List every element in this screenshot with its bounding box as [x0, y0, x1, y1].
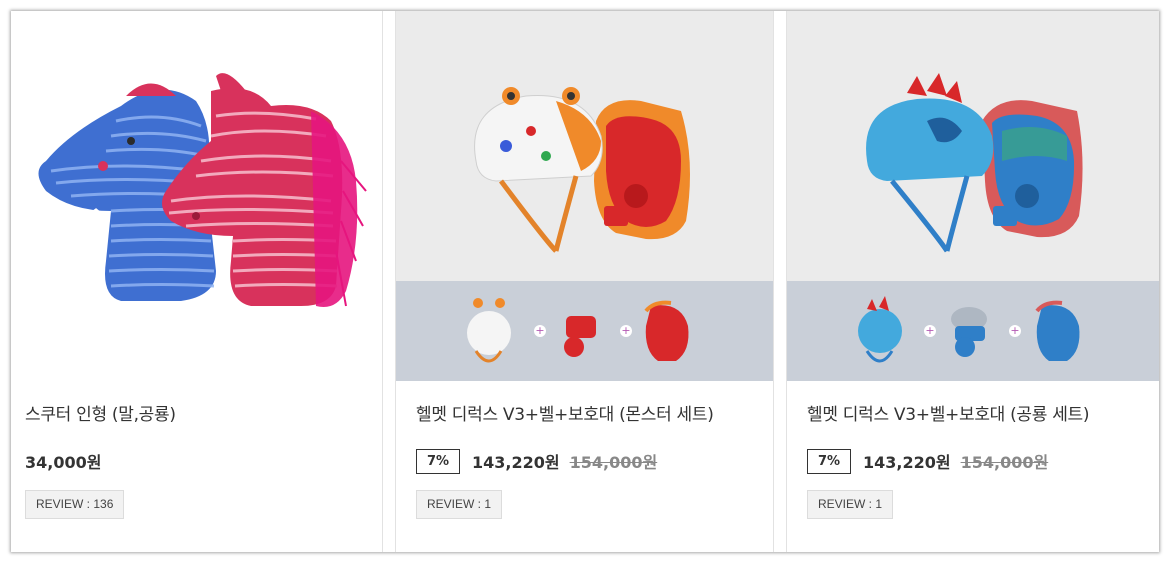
product-card[interactable]: + + 헬멧 디럭스 V3+벨+보호대 (공룡 세트) 7% 143,220원 … — [786, 11, 1159, 552]
set-components-image — [858, 296, 1080, 363]
set-component-strip: + + — [787, 281, 1159, 381]
product-name[interactable]: 헬멧 디럭스 V3+벨+보호대 (몬스터 세트) — [416, 400, 714, 425]
original-price: 154,000원 — [569, 453, 658, 472]
discount-badge: 7% — [416, 448, 460, 474]
plus-icon: + — [924, 324, 936, 337]
product-image[interactable]: + + — [787, 11, 1159, 381]
product-price: 143,220원 — [863, 453, 951, 472]
price-row: 34,000원 — [25, 447, 101, 475]
product-grid: 스쿠터 인형 (말,공룡) 34,000원 REVIEW : 136 + + 헬… — [11, 11, 1159, 552]
set-components-image — [467, 298, 689, 363]
dino-helmet-set-image — [866, 73, 1083, 253]
plus-icon: + — [620, 324, 632, 337]
plus-icon: + — [534, 324, 546, 337]
product-name[interactable]: 스쿠터 인형 (말,공룡) — [25, 400, 176, 425]
product-price: 143,220원 — [472, 453, 560, 472]
review-badge[interactable]: REVIEW : 1 — [416, 490, 503, 519]
product-name[interactable]: 헬멧 디럭스 V3+벨+보호대 (공룡 세트) — [807, 400, 1090, 425]
price-row: 7% 143,220원 154,000원 — [416, 447, 657, 475]
product-card[interactable]: + + 헬멧 디럭스 V3+벨+보호대 (몬스터 세트) 7% 143,220원… — [395, 11, 774, 552]
original-price: 154,000원 — [960, 453, 1049, 472]
discount-badge: 7% — [807, 448, 851, 474]
product-image[interactable] — [11, 11, 382, 381]
set-component-strip: + + — [396, 281, 773, 381]
plush-dragon-horse-image — [38, 73, 367, 307]
plus-icon: + — [1009, 324, 1021, 337]
price-row: 7% 143,220원 154,000원 — [807, 447, 1048, 475]
review-badge[interactable]: REVIEW : 1 — [807, 490, 894, 519]
product-image[interactable]: + + — [396, 11, 773, 381]
monster-helmet-set-image — [474, 87, 690, 253]
product-card[interactable]: 스쿠터 인형 (말,공룡) 34,000원 REVIEW : 136 — [11, 11, 383, 552]
product-price: 34,000원 — [25, 453, 102, 472]
review-badge[interactable]: REVIEW : 136 — [25, 490, 125, 519]
